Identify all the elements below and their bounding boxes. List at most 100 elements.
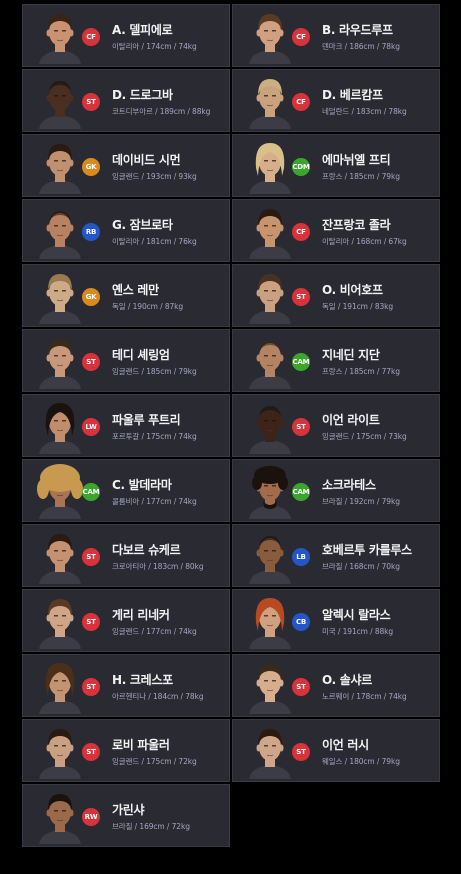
player-details: 이탈리아 / 174cm / 74kg (112, 42, 197, 51)
player-name: 테디 셰링엄 (112, 348, 170, 362)
player-card[interactable]: CAM C. 발데라마콜롬비아 / 177cm / 74kg (22, 459, 230, 522)
player-portrait (35, 398, 85, 454)
player-portrait (245, 73, 295, 129)
player-card[interactable]: ST 테디 셰링엄잉글랜드 / 185cm / 79kg (22, 329, 230, 392)
player-details: 잉글랜드 / 185cm / 79kg (112, 367, 197, 376)
position-badge: CAM (292, 483, 310, 501)
player-portrait (35, 593, 85, 649)
player-card[interactable]: RW 가린샤브라질 / 169cm / 72kg (22, 784, 230, 847)
player-name: 데이비드 시먼 (112, 153, 181, 167)
player-name: 가린샤 (112, 803, 145, 817)
position-badge: ST (82, 613, 100, 631)
position-badge: GK (82, 158, 100, 176)
player-portrait (35, 203, 85, 259)
player-card[interactable]: CF 잔프랑코 졸라 이탈리아 / 168cm / 67kg (232, 199, 440, 262)
player-card[interactable]: CDM 에마뉘엘 프티 프랑스 / 185cm / 79kg (232, 134, 440, 197)
player-portrait (245, 268, 295, 324)
position-badge: ST (82, 678, 100, 696)
player-details: 잉글랜드 / 175cm / 73kg (322, 432, 407, 441)
player-card[interactable]: CAM 소크라테스브라질 / 192cm / 79kg (232, 459, 440, 522)
player-portrait (245, 203, 295, 259)
player-name: A. 델피에로 (112, 23, 173, 37)
position-badge: ST (82, 93, 100, 111)
player-card[interactable]: GK 데이비드 시먼 잉글랜드 / 193cm / 93kg (22, 134, 230, 197)
player-details: 아르헨티나 / 184cm / 78kg (112, 692, 204, 701)
player-portrait (245, 463, 295, 519)
player-portrait (35, 463, 85, 519)
player-portrait (35, 658, 85, 714)
player-card[interactable]: ST O. 비어호프 독일 / 191cm / 83kg (232, 264, 440, 327)
player-portrait (245, 8, 295, 64)
player-details: 웨일스 / 180cm / 79kg (322, 757, 400, 766)
position-badge: CB (292, 613, 310, 631)
position-badge: CF (292, 93, 310, 111)
player-details: 이탈리아 / 181cm / 76kg (112, 237, 197, 246)
player-details: 크로아티아 / 183cm / 80kg (112, 562, 204, 571)
player-details: 덴마크 / 186cm / 78kg (322, 42, 400, 51)
player-details: 노르웨이 / 178cm / 74kg (322, 692, 407, 701)
player-name: 옌스 레만 (112, 283, 159, 297)
player-card[interactable]: LB 호베르투 카를루스브라질 / 168cm / 70kg (232, 524, 440, 587)
player-details: 잉글랜드 / 175cm / 72kg (112, 757, 197, 766)
player-card[interactable]: ST 게리 리네커잉글랜드 / 177cm / 74kg (22, 589, 230, 652)
player-card[interactable]: ST O. 솔샤르노르웨이 / 178cm / 74kg (232, 654, 440, 717)
player-card[interactable]: LW 파울루 푸트리 포르투갈 / 175cm / 74kg (22, 394, 230, 457)
position-badge: CF (82, 28, 100, 46)
player-details: 포르투갈 / 175cm / 74kg (112, 432, 197, 441)
position-badge: GK (82, 288, 100, 306)
player-name: 다보르 슈케르 (112, 543, 181, 557)
player-name: B. 라우드루프 (322, 23, 393, 37)
player-details: 코트디부아르 / 189cm / 88kg (112, 107, 211, 116)
player-card[interactable]: CF D. 베르캄프네덜란드 / 183cm / 78kg (232, 69, 440, 132)
player-name: C. 발데라마 (112, 478, 172, 492)
player-name: O. 비어호프 (322, 283, 383, 297)
position-badge: ST (292, 678, 310, 696)
position-badge: ST (82, 743, 100, 761)
position-badge: ST (82, 548, 100, 566)
player-details: 콜롬비아 / 177cm / 74kg (112, 497, 197, 506)
player-portrait (245, 138, 295, 194)
player-card[interactable]: CF A. 델피에로이탈리아 / 174cm / 74kg (22, 4, 230, 67)
player-details: 이탈리아 / 168cm / 67kg (322, 237, 407, 246)
player-card[interactable]: ST H. 크레스포 아르헨티나 / 184cm / 78kg (22, 654, 230, 717)
position-badge: ST (292, 288, 310, 306)
player-name: D. 베르캄프 (322, 88, 383, 102)
player-card[interactable]: CF B. 라우드루프덴마크 / 186cm / 78kg (232, 4, 440, 67)
player-card[interactable]: ST 다보르 슈케르크로아티아 / 183cm / 80kg (22, 524, 230, 587)
position-badge: CAM (82, 483, 100, 501)
player-details: 프랑스 / 185cm / 79kg (322, 172, 400, 181)
player-name: 에마뉘엘 프티 (322, 153, 391, 167)
position-badge: CAM (292, 353, 310, 371)
player-name: 지네딘 지단 (322, 348, 380, 362)
position-badge: RW (82, 808, 100, 826)
position-badge: LB (292, 548, 310, 566)
player-portrait (35, 788, 85, 844)
player-portrait (35, 528, 85, 584)
player-portrait (35, 723, 85, 779)
player-grid: CF A. 델피에로이탈리아 / 174cm / 74kg CF B. 라우드루프덴마… (22, 4, 440, 847)
player-details: 네덜란드 / 183cm / 78kg (322, 107, 407, 116)
player-card[interactable]: CAM 지네딘 지단 프랑스 / 185cm / 77kg (232, 329, 440, 392)
player-details: 브라질 / 169cm / 72kg (112, 822, 190, 831)
player-card[interactable]: ST 이언 라이트 잉글랜드 / 175cm / 73kg (232, 394, 440, 457)
player-name: 소크라테스 (322, 478, 376, 492)
player-card[interactable]: CB 알렉시 랄라스 미국 / 191cm / 88kg (232, 589, 440, 652)
player-portrait (245, 528, 295, 584)
player-details: 잉글랜드 / 177cm / 74kg (112, 627, 197, 636)
player-name: 호베르투 카를루스 (322, 543, 412, 557)
player-card[interactable]: GK 옌스 레만 독일 / 190cm / 87kg (22, 264, 230, 327)
position-badge: ST (82, 353, 100, 371)
player-name: 게리 리네커 (112, 608, 170, 622)
player-details: 브라질 / 192cm / 79kg (322, 497, 400, 506)
player-name: O. 솔샤르 (322, 673, 372, 687)
player-portrait (35, 333, 85, 389)
player-portrait (35, 268, 85, 324)
player-card[interactable]: RB G. 잠브로타 이탈리아 / 181cm / 76kg (22, 199, 230, 262)
player-details: 브라질 / 168cm / 70kg (322, 562, 400, 571)
player-portrait (245, 593, 295, 649)
position-badge: CF (292, 28, 310, 46)
player-name: 이언 라이트 (322, 413, 380, 427)
player-card[interactable]: ST 이언 러시 웨일스 / 180cm / 79kg (232, 719, 440, 782)
player-card[interactable]: ST D. 드로그바 코트디부아르 / 189cm / 88kg (22, 69, 230, 132)
player-card[interactable]: ST 로비 파울러 잉글랜드 / 175cm / 72kg (22, 719, 230, 782)
